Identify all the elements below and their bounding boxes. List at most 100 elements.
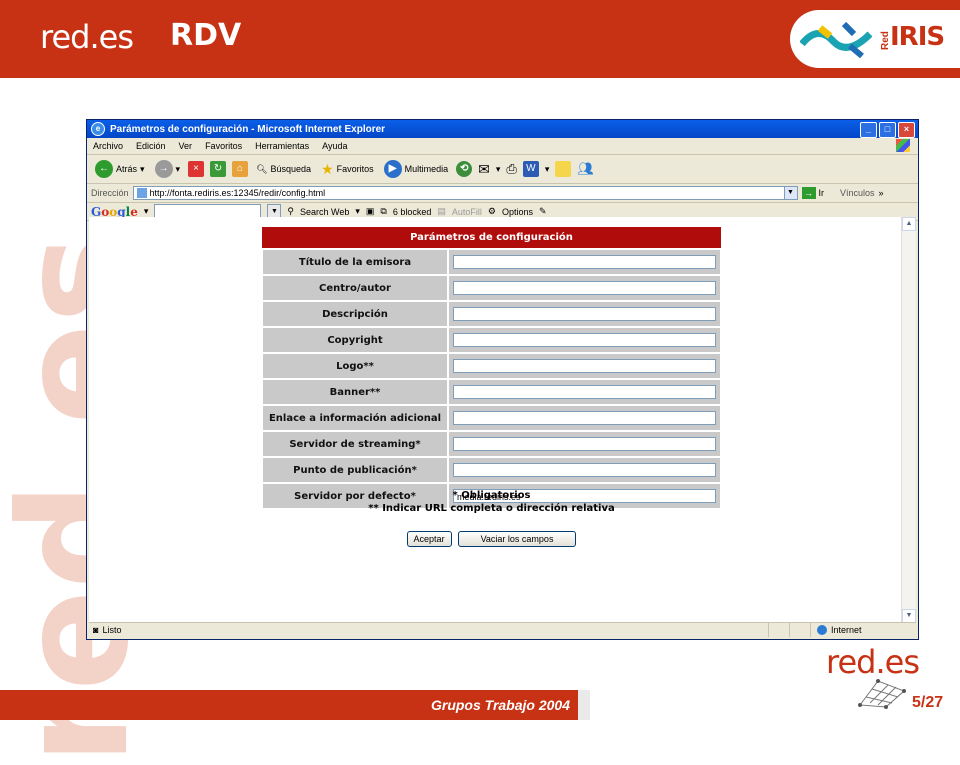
table-row: Servidor de streaming* <box>261 430 722 458</box>
address-label: Dirección <box>91 188 129 198</box>
links-label[interactable]: Vínculos <box>840 188 875 198</box>
page-number: 5/27 <box>912 694 943 712</box>
mail-icon[interactable]: ✉ <box>478 161 490 178</box>
window-titlebar[interactable]: e Parámetros de configuración - Microsof… <box>87 120 918 138</box>
titulo-input[interactable] <box>453 255 716 269</box>
browser-window: e Parámetros de configuración - Microsof… <box>86 119 919 640</box>
rediris-mark-icon <box>800 22 872 58</box>
chevron-down-icon: ▾ <box>175 163 181 174</box>
table-row: Punto de publicación* <box>261 456 722 484</box>
stop-icon[interactable]: × <box>188 161 205 177</box>
windows-flag-icon <box>896 139 910 152</box>
star-icon: ★ <box>321 160 334 177</box>
highlight-pen-icon[interactable]: ✎ <box>539 206 547 217</box>
back-button[interactable]: ← Atrás ▾ <box>93 158 147 180</box>
autofill-icon: ▤ <box>437 206 446 216</box>
menu-edicion[interactable]: Edición <box>136 141 166 151</box>
standard-toolbar: ← Atrás ▾ → ▾ × ↻ ⌂ 🔍︎ Búsqueda ★ Favori… <box>87 155 918 184</box>
back-label: Atrás <box>116 164 138 174</box>
chevron-down-icon[interactable]: ▾ <box>144 206 149 217</box>
home-icon[interactable]: ⌂ <box>232 161 249 177</box>
menu-archivo[interactable]: Archivo <box>93 141 123 151</box>
accept-button[interactable]: Aceptar <box>406 531 452 547</box>
footer-stripe <box>578 690 590 720</box>
table-row: Copyright <box>261 326 722 354</box>
go-button[interactable]: → Ir <box>801 187 824 199</box>
favorites-label: Favoritos <box>336 164 374 174</box>
required-note: * Obligatorios <box>452 490 531 501</box>
messenger-icon[interactable]: 👥︎ <box>577 161 594 177</box>
field-label: Banner** <box>261 378 449 406</box>
table-row: Logo** <box>261 352 722 380</box>
chevron-down-icon[interactable]: ▾ <box>545 164 550 175</box>
print-icon[interactable]: ⎙ <box>506 161 516 177</box>
autofill-button[interactable]: AutoFill <box>452 207 482 217</box>
scroll-up-icon[interactable]: ▲ <box>902 217 916 231</box>
media-icon: ▶ <box>383 160 402 178</box>
status-text: Listo <box>102 625 122 635</box>
search-web-button[interactable]: Search Web <box>300 207 349 217</box>
history-icon[interactable]: ⟲ <box>456 161 473 177</box>
search-icon: 🔍︎ <box>256 163 268 174</box>
menu-ver[interactable]: Ver <box>179 141 193 151</box>
chevron-down-icon[interactable]: ▾ <box>355 206 360 217</box>
footer-bar: Grupos Trabajo 2004 <box>0 690 590 720</box>
favorites-button[interactable]: ★ Favoritos <box>319 158 376 180</box>
news-icon[interactable]: ▣ <box>366 206 375 217</box>
logo-input[interactable] <box>453 359 716 373</box>
address-input[interactable]: http://fonta.rediris.es:12345/redir/conf… <box>132 186 798 200</box>
centro-autor-input[interactable] <box>453 281 716 295</box>
chevron-right-icon[interactable]: » <box>879 188 884 198</box>
banner-input[interactable] <box>453 385 716 399</box>
rediris-logo: Red IRIS <box>790 10 960 68</box>
forward-button[interactable]: → ▾ <box>153 158 183 180</box>
copyright-input[interactable] <box>453 333 716 347</box>
window-title: Parámetros de configuración - Microsoft … <box>110 123 386 135</box>
maximize-button[interactable]: □ <box>879 122 896 138</box>
publication-point-input[interactable] <box>453 463 716 477</box>
page-icon <box>136 188 147 198</box>
streaming-server-input[interactable] <box>453 437 716 451</box>
field-label: Centro/autor <box>261 274 449 302</box>
field-label: Servidor de streaming* <box>261 430 449 458</box>
slide-header: red.es RDV Red IRIS <box>0 0 960 78</box>
footer-text: Grupos Trabajo 2004 <box>430 697 570 713</box>
enlace-input[interactable] <box>453 411 716 425</box>
security-zone: Internet <box>811 625 862 635</box>
menu-favoritos[interactable]: Favoritos <box>205 141 242 151</box>
options-icon: ⚙ <box>487 206 496 216</box>
globe-icon <box>817 625 827 635</box>
refresh-icon[interactable]: ↻ <box>210 161 227 177</box>
zone-label: Internet <box>831 625 862 635</box>
scroll-down-icon[interactable]: ▼ <box>902 609 916 623</box>
notes-icon[interactable] <box>555 161 572 177</box>
page-current: 5 <box>912 694 921 711</box>
options-button[interactable]: Options <box>502 207 533 217</box>
close-button[interactable]: × <box>898 122 915 138</box>
go-arrow-icon: → <box>801 187 816 199</box>
rediris-iris-text: IRIS <box>890 22 945 52</box>
field-label: Punto de publicación* <box>261 456 449 484</box>
forward-arrow-icon: → <box>154 160 173 178</box>
field-label: Copyright <box>261 326 449 354</box>
menu-ayuda[interactable]: Ayuda <box>322 141 347 151</box>
minimize-button[interactable]: _ <box>860 122 877 138</box>
vertical-scrollbar[interactable]: ▲ ▼ <box>901 217 916 623</box>
status-bar: ◙ Listo Internet <box>89 622 916 637</box>
table-row: Descripción <box>261 300 722 328</box>
table-row: Banner** <box>261 378 722 406</box>
menu-bar: Archivo Edición Ver Favoritos Herramient… <box>87 138 918 155</box>
clear-fields-button[interactable]: Vaciar los campos <box>457 531 577 547</box>
table-row: Centro/autor <box>261 274 722 302</box>
field-label: Logo** <box>261 352 449 380</box>
descripcion-input[interactable] <box>453 307 716 321</box>
word-edit-icon[interactable]: W <box>522 161 539 177</box>
chevron-down-icon[interactable]: ▼ <box>783 187 797 199</box>
form-header: Parámetros de configuración <box>262 227 721 249</box>
search-button[interactable]: 🔍︎ Búsqueda <box>254 158 313 180</box>
popup-blocked-count[interactable]: 6 blocked <box>393 207 432 217</box>
multimedia-button[interactable]: ▶ Multimedia <box>382 158 451 180</box>
menu-herramientas[interactable]: Herramientas <box>255 141 309 151</box>
address-bar: Dirección http://fonta.rediris.es:12345/… <box>87 184 918 203</box>
chevron-down-icon[interactable]: ▾ <box>496 164 501 175</box>
